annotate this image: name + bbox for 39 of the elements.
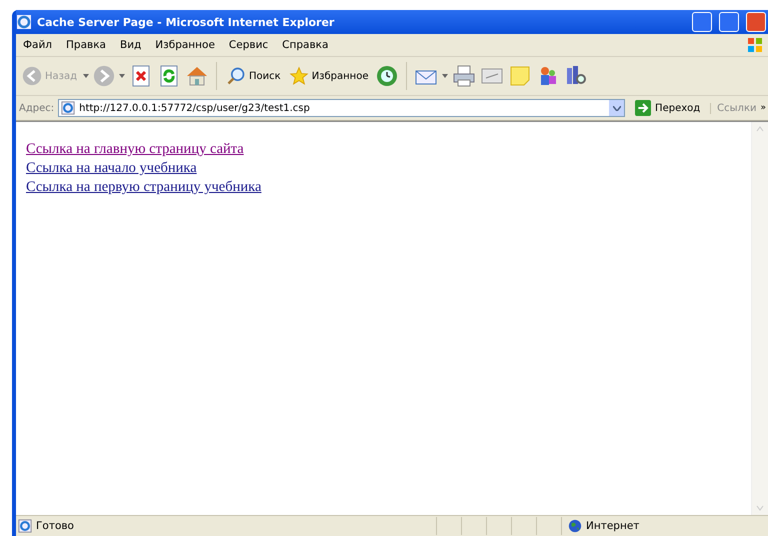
zone-text: Интернет	[586, 520, 640, 532]
maximize-button[interactable]	[719, 12, 739, 32]
browser-icon	[16, 14, 32, 30]
url-text: http://127.0.0.1:57772/csp/user/g23/test1.csp	[79, 102, 311, 114]
back-icon	[22, 66, 42, 86]
page-icon	[61, 101, 76, 115]
caret-icon[interactable]	[442, 74, 448, 78]
more-button[interactable]: »	[760, 103, 766, 113]
menu-item[interactable]: Вид	[112, 39, 148, 51]
globe-icon	[568, 519, 582, 533]
link[interactable]: Ссылка на первую страницу учебника	[26, 178, 262, 197]
link[interactable]: Ссылка на главную страницу сайта	[26, 140, 244, 159]
printer-icon[interactable]	[452, 64, 476, 88]
link[interactable]: Ссылка на начало учебника	[26, 159, 197, 178]
star-icon	[288, 66, 309, 86]
go-button[interactable]: Переход	[629, 100, 706, 116]
arrow-icon	[635, 100, 652, 116]
search-icon	[226, 66, 246, 86]
menu-item[interactable]: Файл	[16, 39, 60, 51]
caret-icon[interactable]	[83, 74, 90, 78]
caret-icon[interactable]	[119, 74, 126, 78]
menu-item[interactable]: Справка	[275, 39, 336, 51]
search-button[interactable]: Поиск	[224, 64, 283, 88]
windows-flag-icon	[746, 36, 764, 54]
history-icon[interactable]	[374, 64, 398, 88]
menu-item[interactable]: Правка	[59, 39, 113, 51]
dropdown-button[interactable]	[609, 100, 624, 116]
address-field[interactable]: http://127.0.0.1:57772/csp/user/g23/test1.csp	[58, 99, 626, 117]
favorites-button[interactable]: Избранное	[286, 64, 370, 88]
chevron-icon	[612, 106, 621, 110]
home-icon[interactable]	[185, 64, 210, 88]
status-text: Готово	[36, 520, 74, 532]
menu-item[interactable]: Сервис	[222, 39, 276, 51]
address-label: Адрес:	[19, 102, 54, 114]
page-icon	[18, 519, 32, 533]
close-button[interactable]	[746, 12, 766, 32]
minimize-button[interactable]	[692, 12, 712, 32]
menu-item[interactable]: Избранное	[148, 39, 222, 51]
window-title: Cache Server Page - Microsoft Internet Explorer	[37, 16, 336, 28]
